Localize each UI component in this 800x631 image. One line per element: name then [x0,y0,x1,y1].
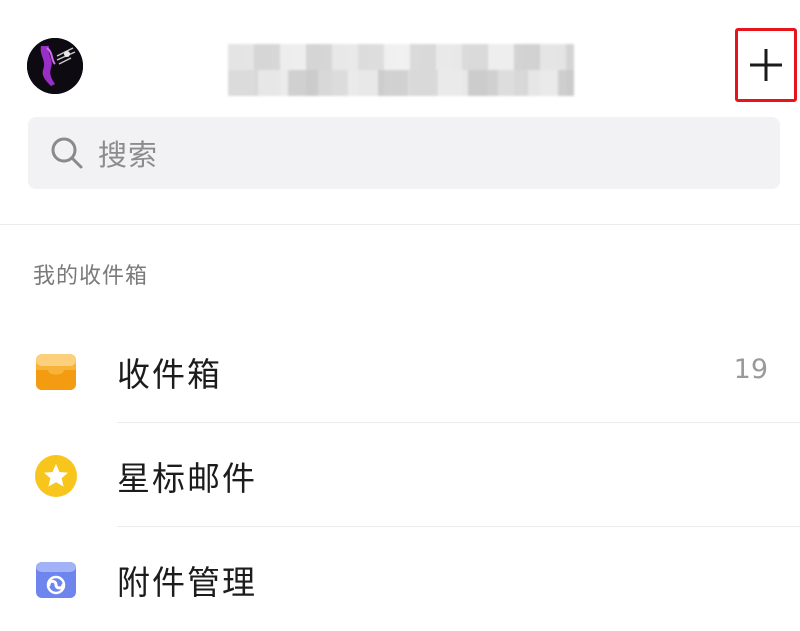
search-icon [51,137,83,169]
folder-row-inbox[interactable]: 收件箱 19 [0,319,800,423]
search-bar[interactable]: 搜索 [28,117,780,189]
folder-label: 收件箱 [117,355,222,394]
divider [0,224,800,225]
attachment-icon [36,562,76,598]
unread-count-badge: 19 [733,354,768,385]
folder-row-attachments[interactable]: 附件管理 [0,527,800,631]
section-title-my-inbox: 我的收件箱 [33,264,149,289]
add-button[interactable] [735,28,797,102]
avatar[interactable] [27,38,83,94]
folder-label: 星标邮件 [117,459,257,498]
star-icon [35,455,77,497]
app-header [0,0,800,110]
inbox-icon [36,354,76,390]
search-placeholder: 搜索 [98,138,159,172]
plus-icon [750,49,782,81]
avatar-image [27,38,83,94]
folder-label: 附件管理 [117,563,257,602]
folder-row-starred[interactable]: 星标邮件 [0,423,800,527]
account-title-blurred [228,44,574,96]
